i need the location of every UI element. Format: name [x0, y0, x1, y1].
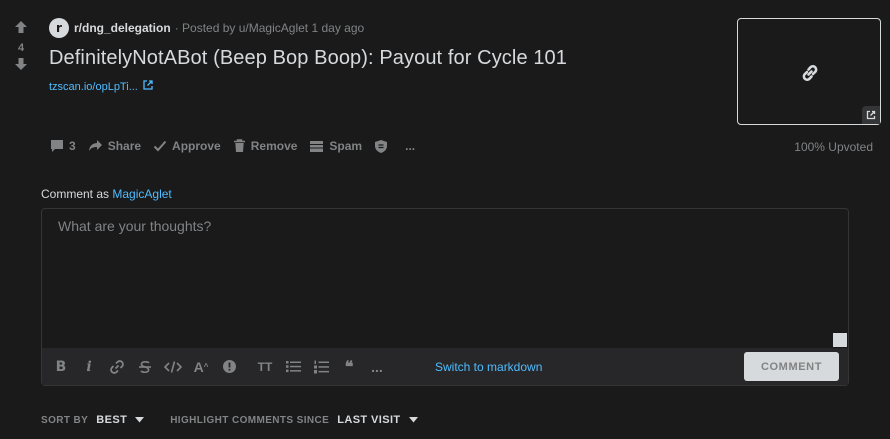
- upvote-ratio: 100% Upvoted: [794, 140, 873, 154]
- chevron-down-icon: [408, 417, 418, 423]
- bulleted-list-icon[interactable]: [280, 354, 306, 380]
- external-link-icon: [143, 80, 153, 93]
- share-icon: [88, 140, 102, 151]
- link-chain-icon: [799, 62, 821, 89]
- share-label: Share: [107, 139, 142, 153]
- checkmark-icon: [153, 140, 167, 152]
- share-button[interactable]: Share: [82, 135, 147, 157]
- comments-count: 3: [69, 139, 76, 153]
- more-options-button[interactable]: ...: [399, 135, 421, 157]
- resize-handle[interactable]: [833, 333, 847, 347]
- post-link[interactable]: tzscan.io/opLpTi...: [49, 80, 153, 93]
- formatting-toolbar: B i A ^ TT ❝ ... Switch to markdown COMM…: [42, 348, 848, 385]
- post-page: 4 r r/dng_delegation · Posted by u/Magic…: [0, 0, 890, 439]
- numbered-list-icon[interactable]: [308, 354, 334, 380]
- open-external-icon[interactable]: [862, 106, 880, 124]
- subreddit-link[interactable]: r/dng_delegation: [74, 21, 171, 35]
- post-title[interactable]: DefinitelyNotABot (Beep Bop Boop): Payou…: [49, 47, 567, 70]
- more-formatting-button[interactable]: ...: [364, 354, 390, 380]
- vote-column: 4: [10, 20, 32, 75]
- inline-code-icon[interactable]: [160, 354, 186, 380]
- spam-button[interactable]: Spam: [303, 135, 368, 157]
- mod-shield-button[interactable]: [368, 135, 399, 158]
- highlight-since-value: LAST VISIT: [337, 414, 401, 426]
- trash-icon: [233, 139, 245, 152]
- sort-by-dropdown[interactable]: BEST: [96, 414, 145, 426]
- comment-textarea[interactable]: [42, 209, 848, 347]
- comment-as-username[interactable]: MagicAglet: [112, 187, 171, 201]
- upvote-icon[interactable]: [10, 20, 32, 38]
- subreddit-icon[interactable]: r: [49, 18, 69, 38]
- link-icon[interactable]: [104, 354, 130, 380]
- comment-editor: B i A^ TT ❝: [41, 208, 849, 386]
- spam-label: Spam: [329, 139, 363, 153]
- comment-sort-bar: SORT BY BEST HIGHLIGHT COMMENTS SINCE LA…: [41, 414, 444, 426]
- comment-icon: [51, 140, 63, 152]
- comment-submit-button[interactable]: COMMENT: [744, 352, 839, 381]
- approve-button[interactable]: Approve: [147, 135, 227, 157]
- spoiler-icon[interactable]: [216, 354, 242, 380]
- chevron-down-icon: [135, 417, 145, 423]
- bold-button[interactable]: B: [48, 354, 74, 380]
- sort-by-value: BEST: [96, 414, 128, 426]
- highlight-since-label: HIGHLIGHT COMMENTS SINCE: [170, 414, 330, 426]
- vote-score: 4: [17, 42, 25, 54]
- superscript-button[interactable]: A ^: [188, 354, 214, 380]
- quote-block-button[interactable]: ❝: [336, 354, 362, 380]
- author-link[interactable]: u/MagicAglet: [239, 21, 308, 35]
- comments-button[interactable]: 3: [44, 135, 82, 157]
- comment-as-label: Comment as MagicAglet: [41, 187, 172, 201]
- downvote-icon[interactable]: [10, 57, 32, 75]
- post-meta: r r/dng_delegation · Posted by u/MagicAg…: [49, 18, 364, 38]
- sort-by-label: SORT BY: [41, 414, 89, 426]
- post-link-text[interactable]: tzscan.io/opLpTi...: [49, 81, 138, 93]
- italic-button[interactable]: i: [76, 354, 102, 380]
- spam-icon: [310, 140, 324, 152]
- shield-icon: [375, 139, 388, 153]
- remove-button[interactable]: Remove: [227, 135, 304, 157]
- remove-label: Remove: [250, 139, 298, 153]
- heading-button[interactable]: TT: [252, 354, 278, 380]
- link-thumbnail[interactable]: [737, 18, 881, 125]
- strikethrough-icon[interactable]: [132, 354, 158, 380]
- post-time[interactable]: 1 day ago: [311, 21, 364, 35]
- highlight-since-dropdown[interactable]: LAST VISIT: [337, 414, 418, 426]
- post-actions: 3 Share Approve Remove Spam ...: [44, 134, 421, 158]
- approve-label: Approve: [172, 139, 221, 153]
- switch-to-markdown-link[interactable]: Switch to markdown: [435, 360, 542, 374]
- posted-by: Posted by u/MagicAglet 1 day ago: [182, 21, 365, 35]
